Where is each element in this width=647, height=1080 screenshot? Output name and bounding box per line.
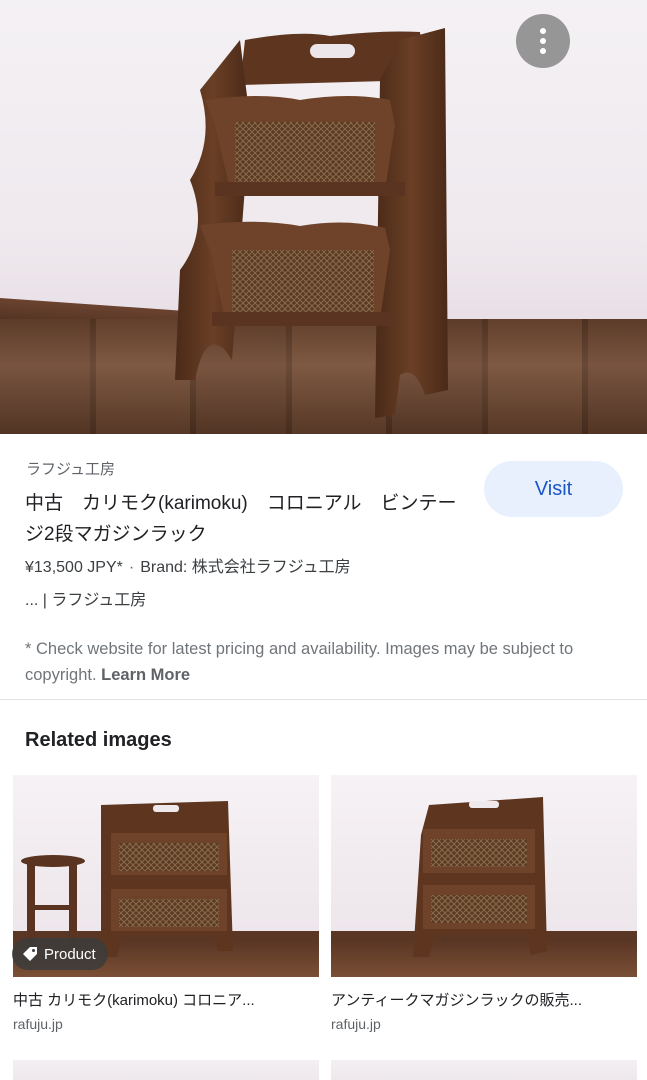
image-result-page: ラフジュ工房 中古 カリモク(karimoku) コロニアル ビンテージ2段マガ… xyxy=(0,0,647,1080)
tag-icon xyxy=(23,947,37,961)
disclaimer: * Check website for latest pricing and a… xyxy=(25,636,615,688)
more-options-button[interactable] xyxy=(516,14,570,68)
related-title[interactable]: 中古 カリモク(karimoku) コロニア... xyxy=(13,989,313,1010)
price: ¥13,500 JPY* xyxy=(25,559,123,576)
related-image-card[interactable]: アンティークマガジンラックの販売... rafuju.jp xyxy=(331,775,637,1032)
related-source: rafuju.jp xyxy=(331,1016,381,1032)
related-image-card[interactable]: 中古 カリモク(karimoku) コロニア... rafuju.jp xyxy=(13,775,319,1032)
divider xyxy=(0,699,647,700)
related-thumbnail-peek[interactable] xyxy=(13,1060,319,1080)
learn-more-link[interactable]: Learn More xyxy=(101,666,190,684)
visit-button[interactable]: Visit xyxy=(484,461,623,517)
related-title[interactable]: アンティークマガジンラックの販売... xyxy=(331,989,631,1010)
related-source: rafuju.jp xyxy=(13,1016,63,1032)
brand: Brand: 株式会社ラフジュ工房 xyxy=(140,559,351,576)
source-suffix: ... | ラフジュ工房 xyxy=(25,592,147,609)
related-thumbnail-peek[interactable] xyxy=(331,1060,637,1080)
price-brand-line: ¥13,500 JPY* · Brand: 株式会社ラフジュ工房 xyxy=(25,553,351,577)
main-product-image[interactable] xyxy=(0,0,647,434)
separator: · xyxy=(128,559,135,576)
source-name[interactable]: ラフジュ工房 xyxy=(26,458,115,479)
related-images-heading: Related images xyxy=(25,729,172,751)
more-vertical-icon xyxy=(540,28,546,34)
result-title[interactable]: 中古 カリモク(karimoku) コロニアル ビンテージ2段マガジンラック xyxy=(25,488,475,550)
badge-label: Product xyxy=(44,945,96,963)
rack-illustration xyxy=(413,797,547,957)
product-badge: Product xyxy=(12,938,108,970)
related-thumbnail[interactable] xyxy=(331,775,637,977)
